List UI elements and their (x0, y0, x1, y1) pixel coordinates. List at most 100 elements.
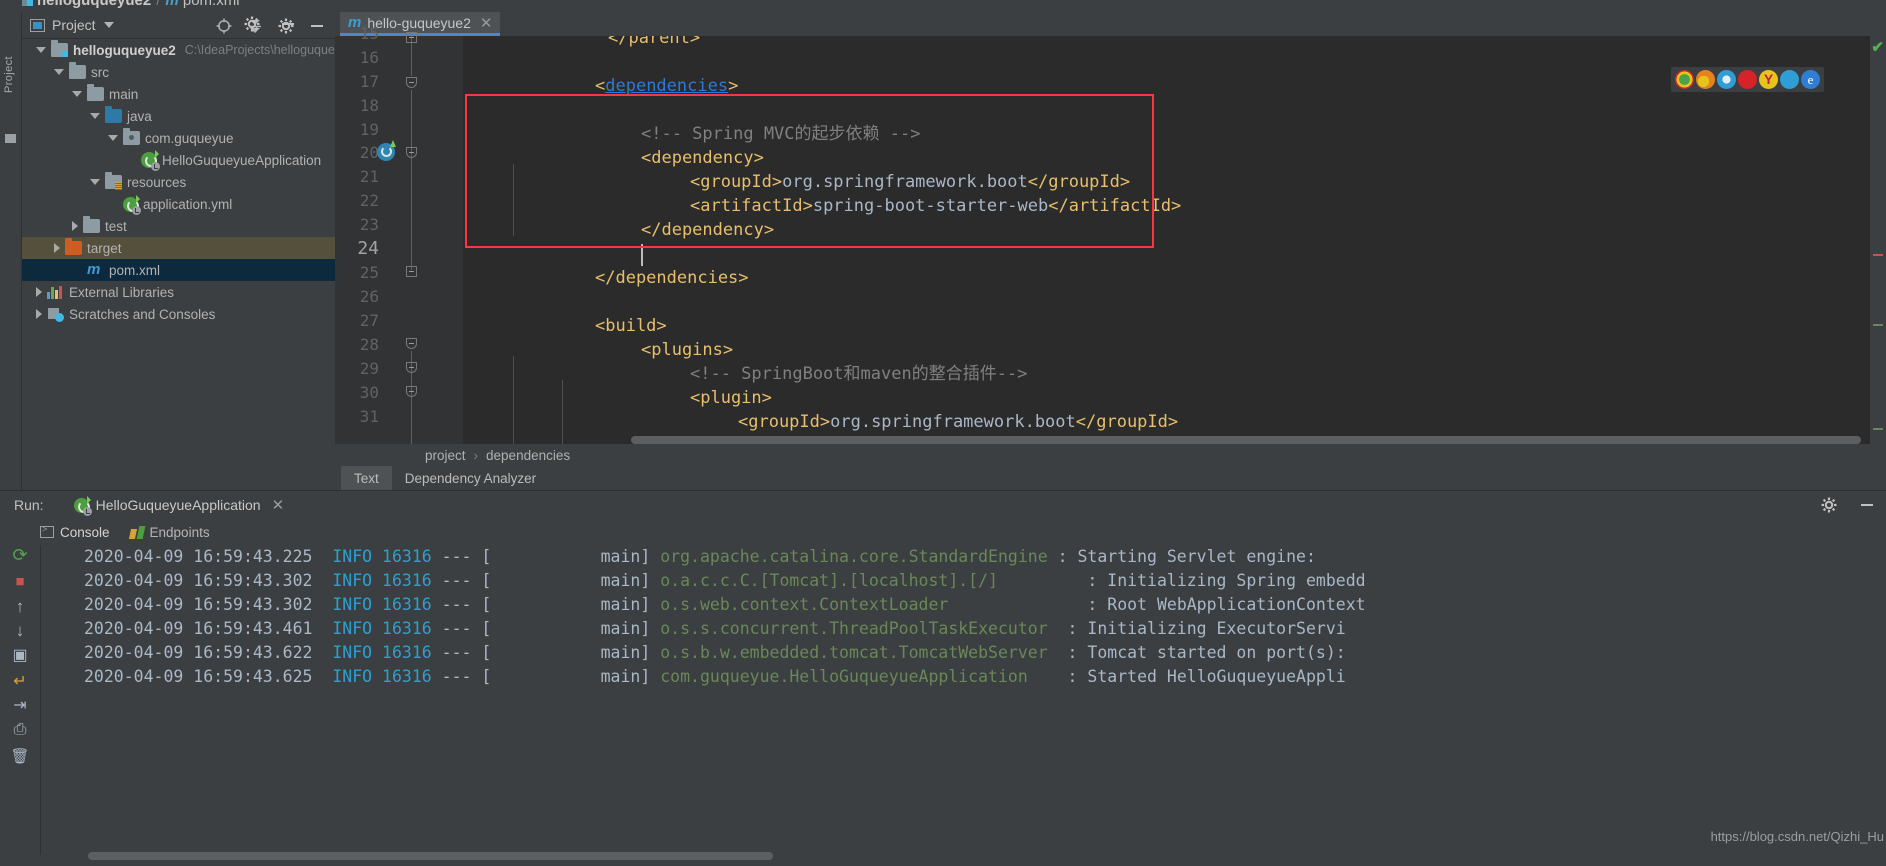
tree-node-resources[interactable]: resources (22, 171, 335, 193)
chevron-right-icon[interactable] (72, 221, 78, 231)
code-line-25: </dependencies> (595, 268, 749, 288)
structure-tool-icon[interactable] (5, 134, 16, 143)
breadcrumb: helloguqueyue2 / m pom.xml (22, 0, 240, 9)
breadcrumb-project[interactable]: helloguqueyue2 (37, 0, 151, 9)
fold-handle-dependency[interactable] (405, 146, 419, 160)
tree-node-test[interactable]: test (22, 215, 335, 237)
spring-run-gutter-icon[interactable] (377, 140, 396, 161)
breadcrumb-item-project[interactable]: project (425, 448, 466, 463)
tree-node-application-yml[interactable]: application.yml (22, 193, 335, 215)
print-icon[interactable]: ⎙ (9, 721, 31, 743)
tree-node-main[interactable]: main (22, 83, 335, 105)
tab-console[interactable]: Console (40, 524, 110, 540)
minimize-icon[interactable] (1858, 496, 1876, 514)
rail-change-tick[interactable] (1873, 428, 1883, 430)
tab-endpoints[interactable]: Endpoints (130, 525, 210, 540)
breadcrumb-file[interactable]: pom.xml (183, 0, 240, 9)
edge-icon[interactable] (1780, 70, 1799, 89)
folder-icon (87, 84, 104, 101)
clear-all-icon[interactable]: 🗑 (9, 747, 31, 769)
code-line-23: </dependency> (641, 220, 775, 240)
line-number: 17 (359, 72, 379, 91)
chevron-right-icon[interactable] (54, 243, 60, 253)
tab-dependency-analyzer[interactable]: Dependency Analyzer (392, 466, 549, 490)
chevron-right-icon[interactable] (36, 287, 42, 297)
minimize-icon[interactable] (279, 15, 297, 38)
close-icon[interactable]: ✕ (480, 14, 493, 32)
scroll-down-icon[interactable]: ↓ (9, 621, 31, 643)
fold-handle-parent[interactable] (405, 31, 419, 45)
ie-icon[interactable]: e (1801, 70, 1820, 89)
project-panel-title[interactable]: Project (52, 17, 96, 33)
chevron-down-icon[interactable] (90, 179, 100, 185)
tree-node-external-libraries[interactable]: External Libraries (22, 281, 335, 303)
line-number: 20 (359, 143, 379, 162)
chevron-right-icon[interactable] (36, 309, 42, 319)
fold-handle-plugin[interactable] (405, 385, 419, 399)
chevron-down-icon[interactable] (103, 22, 114, 28)
chevron-down-icon[interactable] (36, 47, 46, 53)
chevron-down-icon[interactable] (72, 91, 82, 97)
fold-handle-dependencies-end[interactable] (405, 265, 419, 279)
console-output[interactable]: 2020-04-09 16:59:43.225 INFO 16316 --- [… (70, 545, 1886, 845)
firefox-icon[interactable] (1696, 70, 1715, 89)
gear-icon[interactable] (243, 15, 261, 38)
line-number: 19 (359, 120, 379, 139)
tree-node-label: target (87, 240, 122, 256)
screenshot-icon[interactable]: ▣ (9, 645, 31, 667)
editor-right-rail[interactable]: ✔ (1870, 36, 1886, 490)
run-configuration-tab[interactable]: HelloGuqueyueApplication ✕ (73, 495, 285, 516)
tree-node-java[interactable]: java (22, 105, 335, 127)
tree-node-scratches-and-consoles[interactable]: Scratches and Consoles (22, 303, 335, 325)
yandex-icon[interactable]: Y (1759, 70, 1778, 89)
tab-text[interactable]: Text (341, 466, 392, 490)
tree-node-label: test (105, 218, 127, 234)
scroll-up-icon[interactable]: ↑ (9, 597, 31, 619)
chrome-icon[interactable] (1675, 70, 1694, 89)
maven-pom-icon: m (87, 261, 101, 278)
locate-in-tree-icon[interactable] (215, 17, 233, 35)
export-icon[interactable]: ⇥ (9, 695, 31, 717)
stop-icon[interactable]: ■ (9, 573, 31, 595)
module-folder-icon (51, 40, 68, 57)
project-tree[interactable]: helloguqueyue2 C:\IdeaProjects\helloguqu… (22, 39, 335, 490)
rail-change-tick[interactable] (1873, 324, 1883, 326)
code-line-31: <groupId>org.springframework.boot</group… (738, 412, 1179, 432)
console-horizontal-scrollbar[interactable] (88, 852, 773, 860)
tree-node-helloguqueyueapplication[interactable]: HelloGuqueyueApplication (22, 149, 335, 171)
browser-launcher-bar: Y e (1671, 67, 1824, 92)
tree-node-label: pom.xml (109, 262, 161, 278)
breadcrumb-item-dependencies[interactable]: dependencies (486, 448, 570, 463)
dependencies-link[interactable]: dependencies (605, 76, 728, 96)
editor-horizontal-scrollbar[interactable] (631, 436, 1861, 444)
tree-node-helloguqueyue2[interactable]: helloguqueyue2 C:\IdeaProjects\helloguqu… (22, 39, 335, 61)
scratches-icon (47, 307, 64, 322)
intellij-window: helloguqueyue2 / m pom.xml Project Project (0, 0, 1886, 866)
safari-icon[interactable] (1717, 70, 1736, 89)
spring-boot-class-icon (141, 150, 160, 171)
gear-icon[interactable] (1820, 496, 1838, 514)
rail-error-tick[interactable] (1873, 254, 1883, 256)
tree-node-pom-xml[interactable]: m pom.xml (22, 259, 335, 281)
hide-icon[interactable] (308, 17, 326, 35)
chevron-down-icon[interactable] (54, 69, 64, 75)
inspection-status-ok-icon[interactable]: ✔ (1871, 38, 1884, 56)
console-log-line: 2020-04-09 16:59:43.622 INFO 16316 --- [… (84, 643, 1346, 662)
code-editor-text[interactable]: </parent> <dependencies> <!-- Spring MVC… (463, 36, 1886, 490)
fold-handle-plugins[interactable] (405, 361, 419, 375)
close-icon[interactable]: ✕ (272, 496, 285, 514)
rerun-icon[interactable]: ⟳ (9, 545, 31, 567)
soft-wrap-icon[interactable]: ↵ (9, 671, 31, 693)
editor-tab-strip: m hello-guqueyue2 ✕ (244, 12, 1886, 36)
tree-node-target[interactable]: target (22, 237, 335, 259)
tool-window-button-project[interactable]: Project (3, 56, 15, 93)
fold-handle-dependencies[interactable] (405, 76, 419, 90)
chevron-down-icon[interactable] (90, 113, 100, 119)
folder-icon (83, 216, 100, 233)
fold-handle-build[interactable] (405, 337, 419, 351)
tree-node-com-guqueyue[interactable]: com.guqueyue (22, 127, 335, 149)
chevron-down-icon[interactable] (108, 135, 118, 141)
editor-gutter[interactable]: 15 16 17 18 19 20 21 22 23 24 25 26 27 2… (335, 24, 463, 490)
opera-icon[interactable] (1738, 70, 1757, 89)
tree-node-src[interactable]: src (22, 61, 335, 83)
